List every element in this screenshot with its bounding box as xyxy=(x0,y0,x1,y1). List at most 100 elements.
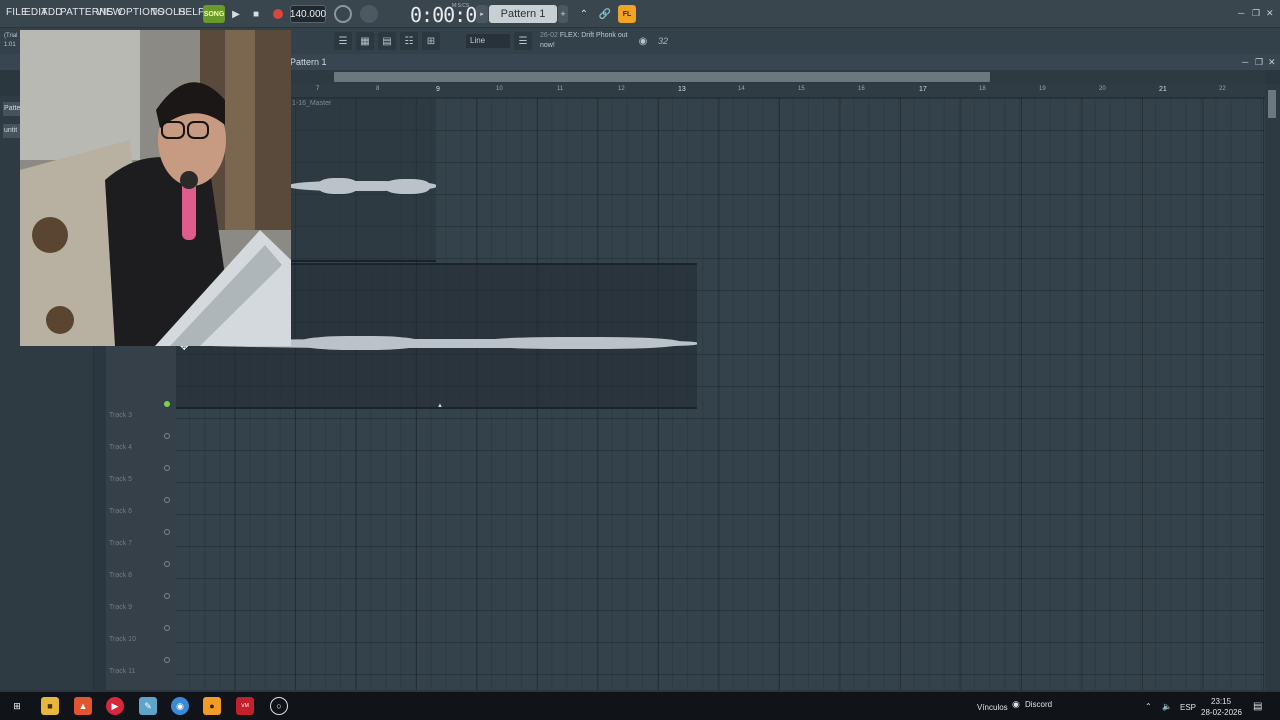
typing-keyboard-button[interactable]: ⌃ xyxy=(575,5,593,23)
track-name[interactable]: Track 8 xyxy=(109,572,132,579)
record-button[interactable] xyxy=(269,5,287,23)
links-toolbar[interactable]: Vínculos xyxy=(977,703,1008,712)
track-name[interactable]: Track 11 xyxy=(109,668,135,675)
bar-number: 16 xyxy=(858,86,865,92)
track-mute-led[interactable] xyxy=(164,465,170,471)
news-ticker[interactable]: 26-02 FLEX: Drift Phonk out now! xyxy=(540,31,630,51)
bar-number: 20 xyxy=(1099,86,1106,92)
discord-icon[interactable]: ◉ xyxy=(1012,699,1020,710)
add-pattern-button[interactable]: + xyxy=(558,5,568,23)
clip-handle-icon[interactable]: ▲ xyxy=(437,403,443,409)
snap-icon: ⌃ xyxy=(579,8,589,20)
browser-icon[interactable]: ⊞ xyxy=(422,32,440,50)
playlist-close-icon[interactable]: ✕ xyxy=(1268,57,1276,68)
bar-number: 22 xyxy=(1219,86,1226,92)
track-name[interactable]: Track 6 xyxy=(109,508,132,515)
pattern-selector[interactable]: Pattern 1 xyxy=(489,5,557,23)
bar-number: 12 xyxy=(618,86,625,92)
horizontal-scroll-thumb[interactable] xyxy=(334,72,990,82)
playlist-restore-icon[interactable]: ❐ xyxy=(1255,57,1263,68)
clip-label: 1-16_Master xyxy=(292,100,332,107)
close-icon[interactable]: ✕ xyxy=(1266,8,1274,19)
waveform xyxy=(318,178,358,194)
online-globe-icon[interactable]: ◉ xyxy=(634,32,652,50)
webcam-overlay xyxy=(20,30,291,346)
playlist-minimize-icon[interactable]: ─ xyxy=(1242,57,1248,67)
track-name[interactable]: Track 10 xyxy=(109,636,136,643)
plus-icon: + xyxy=(560,9,566,19)
clock-date[interactable]: 28-02-2026 xyxy=(1201,708,1242,717)
chevron-up-icon[interactable]: ⌃ xyxy=(1145,702,1152,711)
track-mute-led[interactable] xyxy=(164,433,170,439)
minimize-icon[interactable]: ─ xyxy=(1238,8,1244,18)
chrome-icon[interactable]: ◉ xyxy=(171,697,189,715)
brave-browser-icon[interactable]: ▲ xyxy=(74,697,92,715)
tempo-display[interactable]: 140.000 xyxy=(290,5,326,23)
bar-number: 13 xyxy=(678,86,686,93)
webcam-image xyxy=(20,30,291,346)
song-mode-toggle[interactable]: SONG xyxy=(203,5,225,23)
bar-number: 8 xyxy=(376,86,380,92)
master-pitch-knob[interactable] xyxy=(360,5,378,23)
track-mute-led[interactable] xyxy=(164,657,170,663)
menu-help[interactable]: HELP xyxy=(178,7,205,18)
vertical-scroll-thumb[interactable] xyxy=(1268,90,1276,118)
start-menu-icon[interactable]: ⊞ xyxy=(8,697,26,715)
track-mute-led[interactable] xyxy=(164,593,170,599)
stop-button[interactable]: ■ xyxy=(247,5,265,23)
piano-roll-icon[interactable]: ▦ xyxy=(356,32,374,50)
notification-icon[interactable]: ▤ xyxy=(1253,701,1262,712)
speaker-icon[interactable]: 🔈 xyxy=(1162,702,1172,711)
bar-number: 21 xyxy=(1159,86,1167,93)
discord-tray-label[interactable]: Discord xyxy=(1025,700,1052,709)
snap-mode-select[interactable]: Line xyxy=(466,34,510,48)
track-mute-led[interactable] xyxy=(164,497,170,503)
play-icon: ▶ xyxy=(232,8,240,20)
bar-number: 7 xyxy=(316,86,320,92)
waveform xyxy=(385,179,430,194)
track-name[interactable]: Track 4 xyxy=(109,444,132,451)
bar-number: 17 xyxy=(919,86,927,93)
trial-time: 1:01 xyxy=(4,42,16,48)
bar-number: 10 xyxy=(496,86,503,92)
time-unit-label: M:S:CS xyxy=(452,3,470,9)
youtube-music-icon[interactable]: ▶ xyxy=(106,697,124,715)
pattern-menu-arrow[interactable]: ▸ xyxy=(476,5,488,23)
track-name[interactable]: Track 7 xyxy=(109,540,132,547)
link-button[interactable]: 🔗 xyxy=(596,5,614,23)
bar-number: 15 xyxy=(798,86,805,92)
track-name[interactable]: Track 5 xyxy=(109,476,132,483)
trial-text: (Trial xyxy=(4,33,18,39)
channel-rack-icon[interactable]: ▤ xyxy=(378,32,396,50)
vertical-scrollbar[interactable] xyxy=(1265,84,1280,690)
bar-number: 9 xyxy=(436,86,440,93)
stop-icon: ■ xyxy=(252,8,260,20)
news-icon[interactable]: ☰ xyxy=(514,32,532,50)
fl-studio-taskbar-icon[interactable]: ● xyxy=(203,697,221,715)
waveform xyxy=(300,336,420,350)
playlist-icon[interactable]: ☰ xyxy=(334,32,352,50)
track-mute-led[interactable] xyxy=(164,625,170,631)
chevron-right-icon: ▸ xyxy=(480,11,484,18)
cpu-meter: 32 xyxy=(657,36,668,46)
play-button[interactable]: ▶ xyxy=(227,5,245,23)
fl-studio-logo[interactable]: FL xyxy=(618,5,636,23)
clock-time[interactable]: 23:15 xyxy=(1211,697,1231,706)
metronome-icon[interactable] xyxy=(334,5,352,23)
mixer-icon[interactable]: ☷ xyxy=(400,32,418,50)
windows-taskbar xyxy=(0,692,1280,720)
notepad-icon[interactable]: ✎ xyxy=(139,697,157,715)
track-name[interactable]: Track 9 xyxy=(109,604,132,611)
bar-number: 18 xyxy=(979,86,986,92)
restore-icon[interactable]: ❐ xyxy=(1252,8,1260,19)
track-mute-led[interactable] xyxy=(164,401,170,407)
obs-icon[interactable]: ○ xyxy=(270,697,288,715)
voicemeeter-icon[interactable]: VM xyxy=(236,697,254,715)
file-explorer-icon[interactable]: ■ xyxy=(41,697,59,715)
news-date: 26-02 xyxy=(540,32,558,39)
track-mute-led[interactable] xyxy=(164,529,170,535)
language-indicator[interactable]: ESP xyxy=(1180,703,1196,712)
track-name[interactable]: Track 3 xyxy=(109,412,132,419)
bar-number: 11 xyxy=(557,86,564,92)
track-mute-led[interactable] xyxy=(164,561,170,567)
